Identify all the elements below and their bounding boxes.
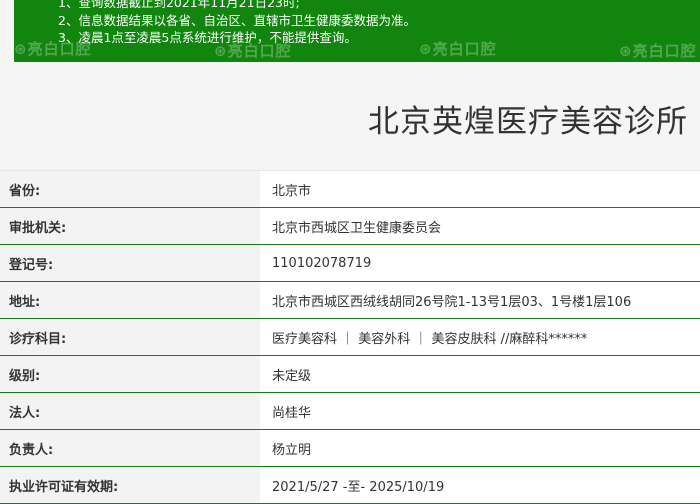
table-row: 级别: 未定级 bbox=[0, 355, 700, 393]
row-value-province: 北京市 bbox=[260, 170, 700, 208]
row-value-departments: 医疗美容科 ｜ 美容外科 ｜ 美容皮肤科 //麻醉科****** bbox=[260, 318, 700, 356]
table-row: 地址: 北京市西城区西绒线胡同26号院1-13号1层03、1号楼1层106 bbox=[0, 281, 700, 319]
row-label-authority: 审批机关: bbox=[0, 207, 260, 245]
watermark-logo: ⊛亮白口腔 bbox=[14, 40, 92, 58]
notice-banner: 1、查询数据截止到2021年11月21日23时; 2、信息数据结果以各省、自治区… bbox=[14, 0, 700, 62]
row-label-license-validity: 执业许可证有效期: bbox=[0, 466, 260, 504]
row-label-level: 级别: bbox=[0, 355, 260, 393]
table-row: 执业许可证有效期: 2021/5/27 -至- 2025/10/19 bbox=[0, 466, 700, 504]
row-value-person-in-charge: 杨立明 bbox=[260, 429, 700, 467]
row-label-legal-person: 法人: bbox=[0, 392, 260, 430]
watermark-logo: ⊛亮白口腔 bbox=[619, 42, 697, 60]
row-label-departments: 诊疗科目: bbox=[0, 318, 260, 356]
row-label-person-in-charge: 负责人: bbox=[0, 429, 260, 467]
row-value-registration: 110102078719 bbox=[260, 244, 700, 282]
table-row: 登记号: 110102078719 bbox=[0, 244, 700, 282]
notice-line-3: 3、凌晨1点至凌晨5点系统进行维护，不能提供查询。 bbox=[58, 30, 357, 45]
watermark-logo: ⊛亮白口腔 bbox=[419, 40, 497, 58]
row-value-legal-person: 尚桂华 bbox=[260, 392, 700, 430]
table-row: 审批机关: 北京市西城区卫生健康委员会 bbox=[0, 207, 700, 245]
notice-line-1: 1、查询数据截止到2021年11月21日23时; bbox=[58, 0, 300, 10]
table-row: 法人: 尚桂华 bbox=[0, 392, 700, 430]
table-row: 省份: 北京市 bbox=[0, 170, 700, 208]
clinic-info-table: 省份: 北京市 审批机关: 北京市西城区卫生健康委员会 登记号: 1101020… bbox=[0, 170, 700, 504]
table-row: 负责人: 杨立明 bbox=[0, 429, 700, 467]
watermark-logo: ⊛亮白口腔 bbox=[214, 42, 292, 60]
row-value-authority: 北京市西城区卫生健康委员会 bbox=[260, 207, 700, 245]
row-value-address: 北京市西城区西绒线胡同26号院1-13号1层03、1号楼1层106 bbox=[260, 281, 700, 319]
clinic-name-heading: 北京英煌医疗美容诊所 bbox=[368, 104, 688, 140]
row-value-level: 未定级 bbox=[260, 355, 700, 393]
row-value-license-validity: 2021/5/27 -至- 2025/10/19 bbox=[260, 466, 700, 504]
row-label-registration: 登记号: bbox=[0, 244, 260, 282]
table-row: 诊疗科目: 医疗美容科 ｜ 美容外科 ｜ 美容皮肤科 //麻醉科****** bbox=[0, 318, 700, 356]
notice-line-2: 2、信息数据结果以各省、自治区、直辖市卫生健康委数据为准。 bbox=[58, 12, 416, 28]
row-label-address: 地址: bbox=[0, 281, 260, 319]
row-label-province: 省份: bbox=[0, 170, 260, 208]
